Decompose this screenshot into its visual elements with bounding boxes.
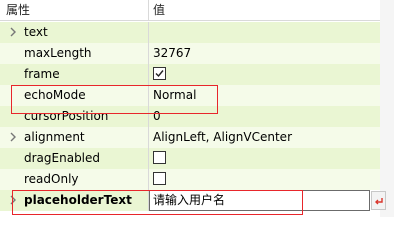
property-row-text[interactable]: text bbox=[0, 22, 380, 43]
property-column-header[interactable]: 属性 bbox=[6, 0, 30, 21]
header-divider bbox=[148, 0, 149, 21]
value-column-header[interactable]: 值 bbox=[153, 0, 165, 21]
echomode-highlight-box bbox=[11, 85, 218, 114]
property-name-cell: alignment bbox=[0, 127, 148, 148]
property-value-dragenabled bbox=[149, 148, 380, 169]
chevron-right-icon[interactable] bbox=[7, 131, 19, 143]
property-row-dragenabled[interactable]: dragEnabled bbox=[0, 148, 380, 169]
property-value-readonly bbox=[149, 169, 380, 190]
property-name-cell: maxLength bbox=[0, 43, 148, 64]
property-name-cell: readOnly bbox=[0, 169, 148, 190]
property-value-text[interactable] bbox=[149, 22, 380, 43]
property-value-frame bbox=[149, 64, 380, 85]
property-name: maxLength bbox=[24, 46, 92, 60]
chevron-right-icon[interactable] bbox=[7, 26, 19, 38]
checkmark-icon bbox=[155, 70, 164, 78]
readonly-checkbox[interactable] bbox=[153, 172, 166, 185]
property-row-frame[interactable]: frame bbox=[0, 64, 380, 85]
property-editor: 属性 值 text maxLength 32767 frame echoMode… bbox=[0, 0, 394, 217]
property-name: frame bbox=[24, 67, 60, 81]
property-row-maxlength[interactable]: maxLength 32767 bbox=[0, 43, 380, 64]
property-row-alignment[interactable]: alignment AlignLeft, AlignVCenter bbox=[0, 127, 380, 148]
vertical-scrollbar[interactable] bbox=[380, 0, 394, 217]
placeholdertext-highlight-box bbox=[12, 190, 303, 215]
property-name: alignment bbox=[24, 130, 85, 144]
property-name: readOnly bbox=[24, 172, 79, 186]
dragenabled-checkbox[interactable] bbox=[153, 151, 166, 164]
property-value-alignment[interactable]: AlignLeft, AlignVCenter bbox=[149, 127, 380, 148]
frame-checkbox[interactable] bbox=[153, 67, 166, 80]
property-name-cell: text bbox=[0, 22, 148, 43]
property-value-maxlength[interactable]: 32767 bbox=[149, 43, 380, 64]
property-row-readonly[interactable]: readOnly bbox=[0, 169, 380, 190]
reset-button[interactable] bbox=[371, 191, 386, 210]
property-table-header: 属性 值 bbox=[0, 0, 394, 21]
reset-arrow-icon bbox=[375, 198, 383, 205]
property-rows: text maxLength 32767 frame echoMode Norm… bbox=[0, 22, 386, 211]
property-name-cell: frame bbox=[0, 64, 148, 85]
property-name: text bbox=[24, 25, 48, 39]
property-name: dragEnabled bbox=[24, 151, 101, 165]
property-name-cell: dragEnabled bbox=[0, 148, 148, 169]
